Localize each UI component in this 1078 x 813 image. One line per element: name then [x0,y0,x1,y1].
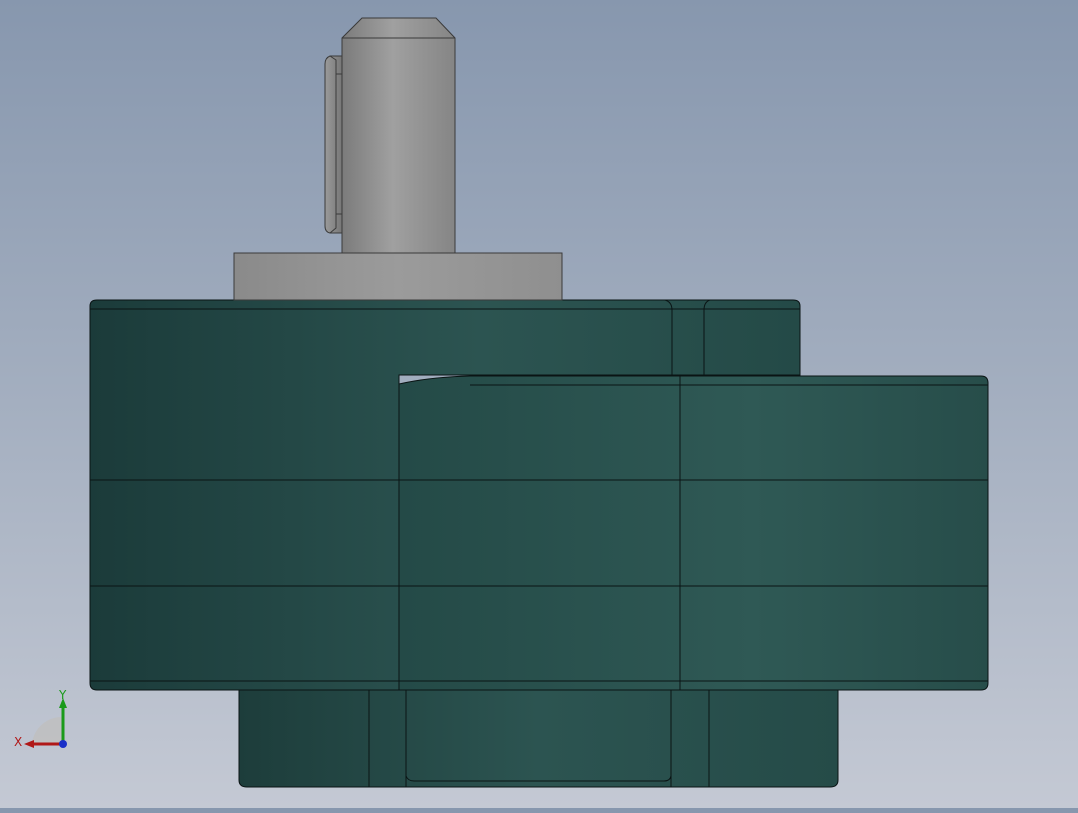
model-view[interactable] [0,0,1078,808]
y-axis-label: Y [58,688,67,702]
shaft-key[interactable] [324,55,343,234]
x-axis-label: X [14,735,22,749]
bottom-housing[interactable] [238,689,839,788]
coordinate-triad: Y X [10,684,80,754]
graphics-viewport[interactable]: Y X [0,0,1078,808]
z-axis-dot [59,740,67,748]
input-flange[interactable] [233,252,563,301]
triad-plane-icon [32,716,62,743]
input-shaft[interactable] [341,17,456,254]
gear-housing[interactable] [398,375,989,691]
x-axis-arrowhead [24,740,34,748]
